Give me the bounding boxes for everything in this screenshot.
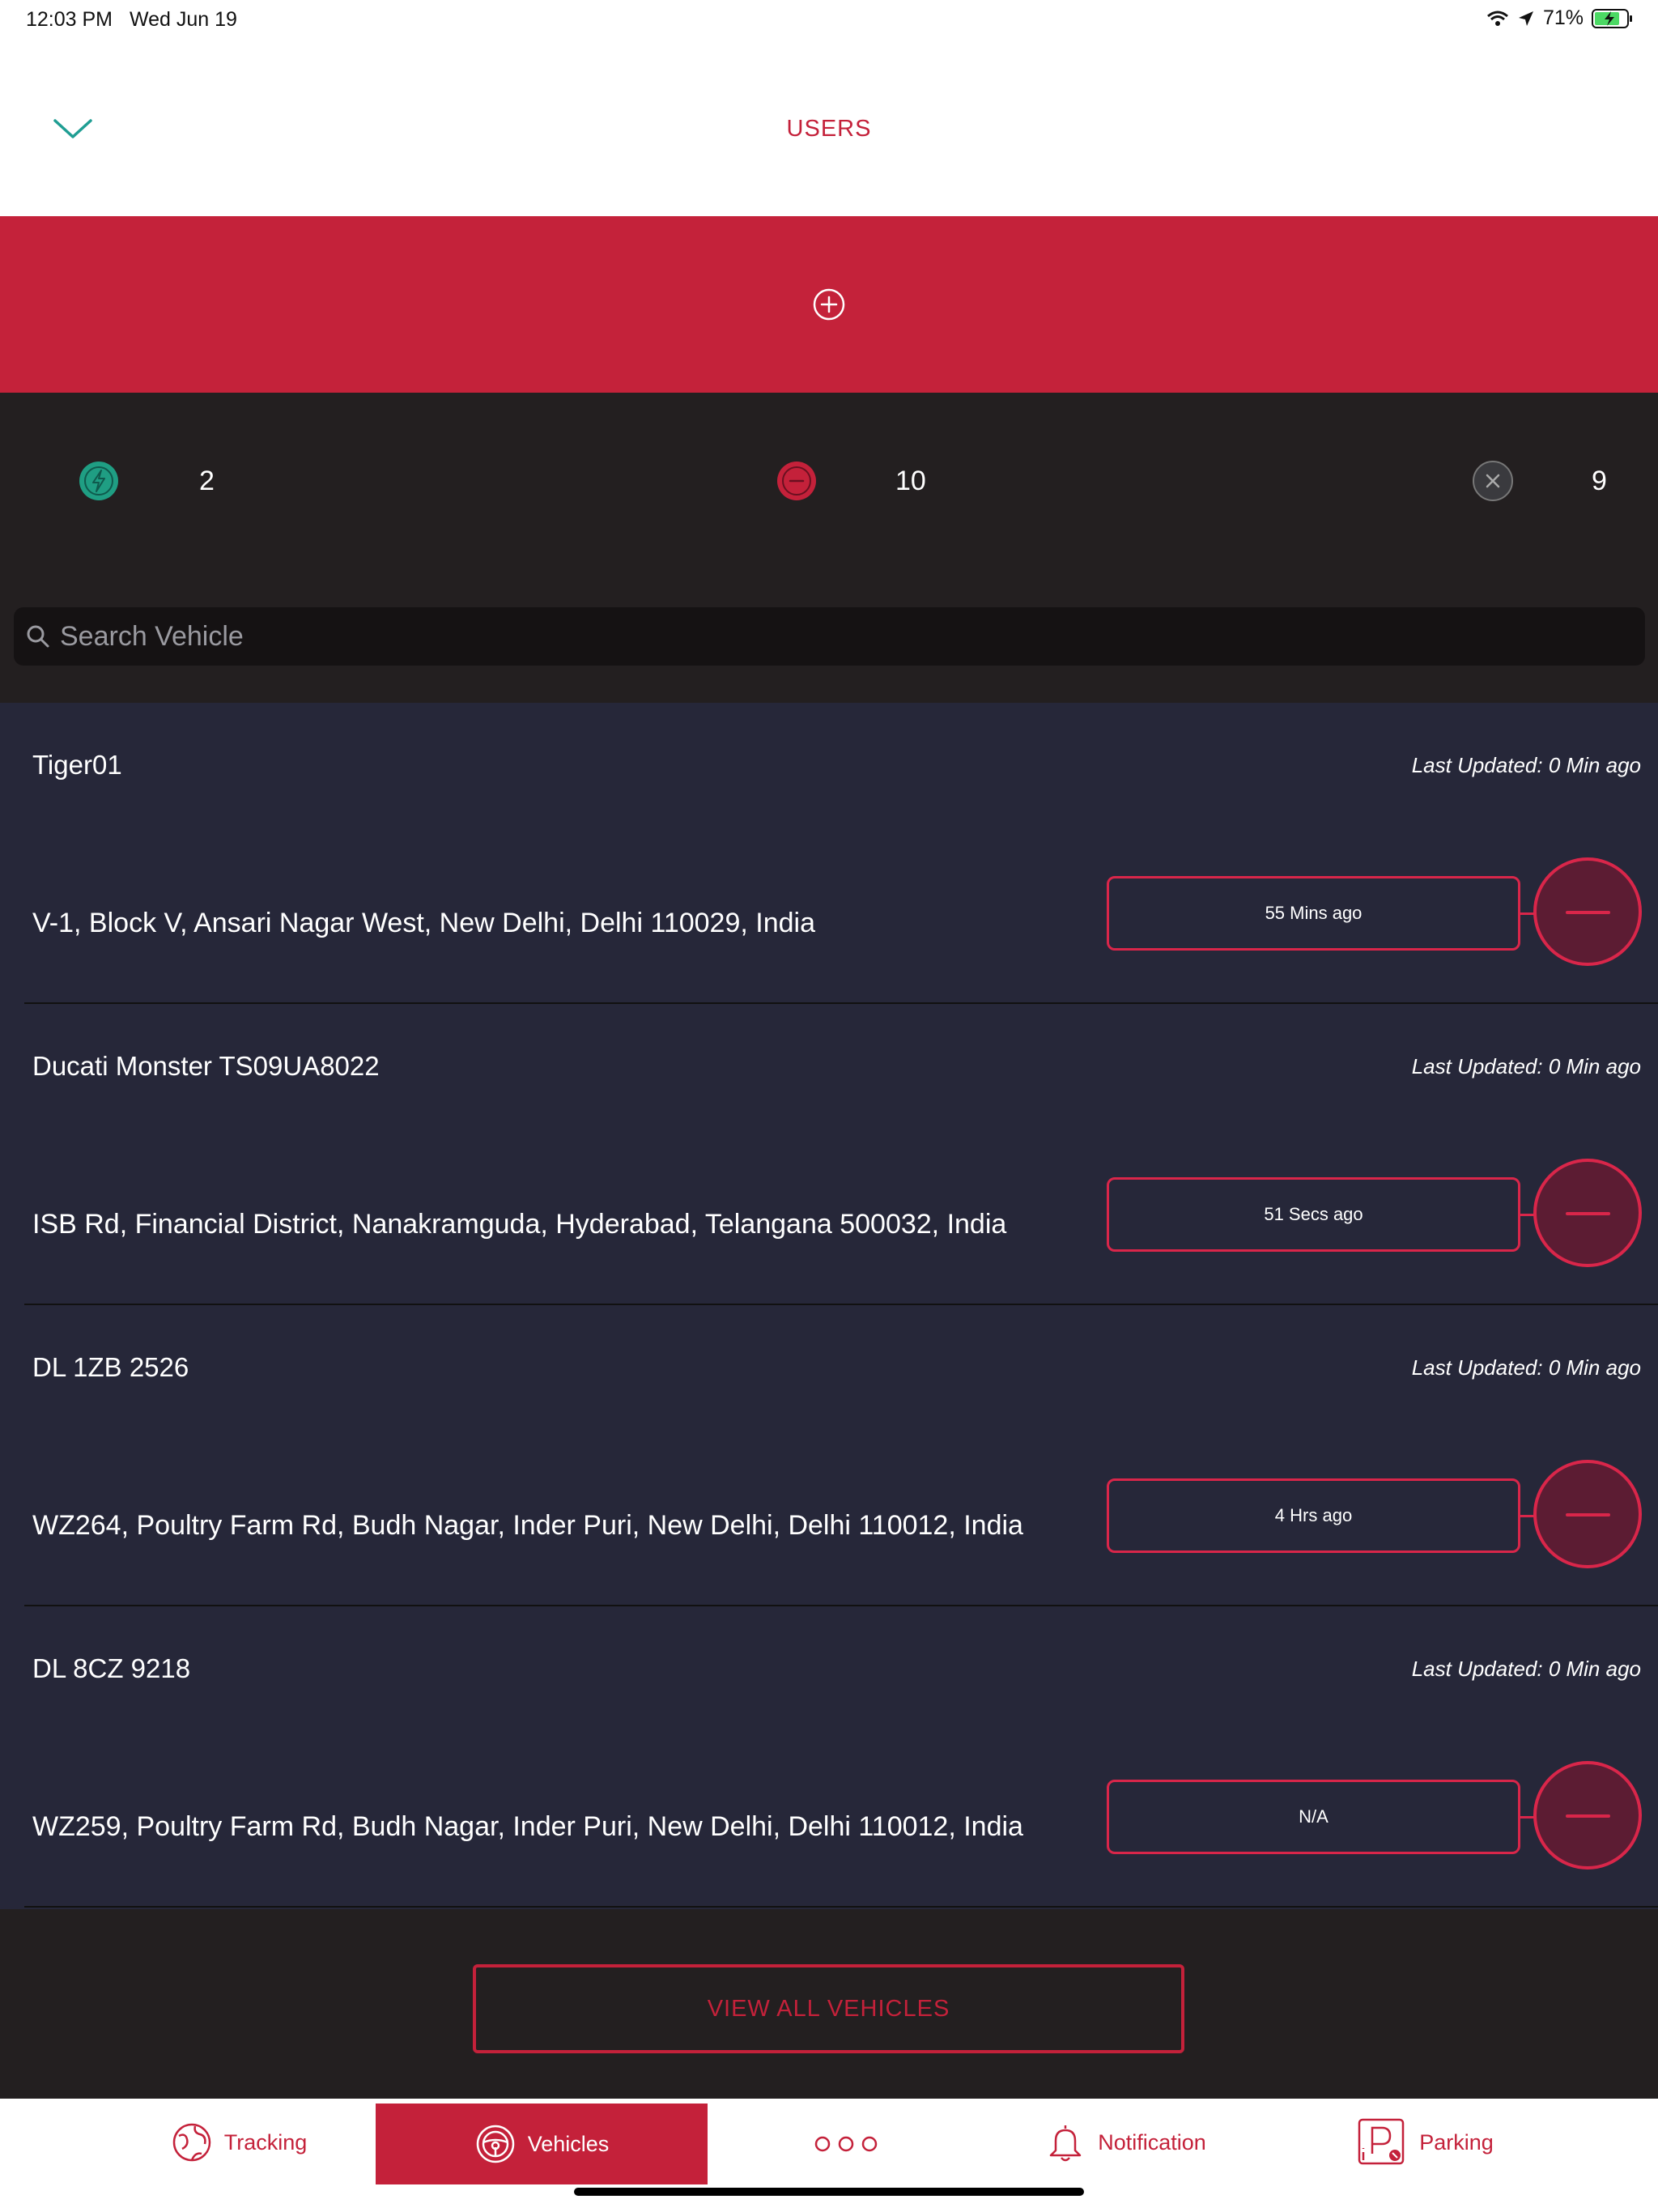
vehicle-last-updated: Last Updated: 0 Min ago xyxy=(1411,1054,1641,1078)
vehicle-last-updated: Last Updated: 0 Min ago xyxy=(1411,753,1641,777)
vehicle-address: WZ259, Poultry Farm Rd, Budh Nagar, Inde… xyxy=(32,1811,1023,1842)
status-indicators: 71% xyxy=(1486,6,1634,30)
steering-wheel-icon xyxy=(476,2125,514,2163)
close-circle-icon xyxy=(1473,461,1513,501)
wifi-icon xyxy=(1486,11,1508,26)
globe-icon xyxy=(172,2123,210,2162)
battery-percent: 71% xyxy=(1542,6,1584,29)
vehicle-address: ISB Rd, Financial District, Nanakramguda… xyxy=(32,1209,1007,1240)
remove-vehicle-button[interactable] xyxy=(1533,1460,1642,1568)
view-all-area: VIEW ALL VEHICLES xyxy=(0,1909,1658,2099)
vehicle-last-updated: Last Updated: 0 Min ago xyxy=(1411,1657,1641,1681)
tab-vehicles[interactable]: Vehicles xyxy=(376,2104,708,2184)
lightning-icon xyxy=(79,462,118,500)
parking-icon xyxy=(1358,2118,1405,2165)
vehicle-card[interactable]: DL 1ZB 2526 Last Updated: 0 Min ago WZ26… xyxy=(0,1305,1658,1606)
status-date: Wed Jun 19 xyxy=(130,8,237,31)
search-bar xyxy=(14,607,1645,666)
vehicle-list: Tiger01 Last Updated: 0 Min ago V-1, Blo… xyxy=(0,703,1658,1909)
vehicle-card[interactable]: Ducati Monster TS09UA8022 Last Updated: … xyxy=(0,1004,1658,1305)
battery-charging-icon xyxy=(1592,8,1632,28)
add-user-bar xyxy=(0,216,1658,393)
vehicle-card[interactable]: Tiger01 Last Updated: 0 Min ago V-1, Blo… xyxy=(0,703,1658,1004)
status-time: 12:03 PM xyxy=(26,8,113,31)
minus-circle-icon xyxy=(777,462,816,500)
tab-more[interactable] xyxy=(777,2099,915,2186)
add-circle-icon[interactable] xyxy=(812,287,846,321)
bell-icon xyxy=(1049,2125,1082,2162)
location-arrow-icon xyxy=(1518,11,1533,26)
offline-count: 9 xyxy=(1592,466,1607,496)
vehicle-name: Ducati Monster TS09UA8022 xyxy=(32,1051,380,1081)
vehicle-time-badge: 55 Mins ago xyxy=(1107,876,1520,951)
search-vehicle-input[interactable] xyxy=(60,607,1598,666)
vehicle-time-label: 55 Mins ago xyxy=(1265,903,1363,923)
vehicle-time-badge: 51 Secs ago xyxy=(1107,1177,1520,1252)
vehicle-address: WZ264, Poultry Farm Rd, Budh Nagar, Inde… xyxy=(32,1510,1023,1541)
vehicle-name: DL 1ZB 2526 xyxy=(32,1352,189,1382)
vehicle-last-updated: Last Updated: 0 Min ago xyxy=(1411,1355,1641,1380)
vehicle-time-label: 4 Hrs ago xyxy=(1274,1505,1353,1525)
vehicle-name: Tiger01 xyxy=(32,750,122,780)
idle-count: 10 xyxy=(895,466,926,496)
remove-vehicle-button[interactable] xyxy=(1533,1159,1642,1267)
vehicle-time-label: 51 Secs ago xyxy=(1264,1204,1363,1224)
tab-tracking-label: Tracking xyxy=(223,2129,308,2155)
remove-vehicle-button[interactable] xyxy=(1533,857,1642,966)
tab-parking[interactable]: Parking xyxy=(1344,2099,1506,2186)
tab-tracking[interactable]: Tracking xyxy=(130,2099,348,2186)
vehicle-time-label: N/A xyxy=(1299,1806,1329,1827)
vehicle-time-badge: 4 Hrs ago xyxy=(1107,1478,1520,1553)
header: USERS xyxy=(0,40,1658,216)
view-all-vehicles-button[interactable]: VIEW ALL VEHICLES xyxy=(473,1964,1184,2053)
tab-vehicles-label: Vehicles xyxy=(527,2131,610,2156)
tab-notification[interactable]: Notification xyxy=(1012,2099,1239,2186)
divider xyxy=(24,1906,1658,1908)
status-bar: 12:03 PM Wed Jun 19 71% xyxy=(0,0,1658,40)
vehicle-time-badge: N/A xyxy=(1107,1780,1520,1854)
remove-vehicle-button[interactable] xyxy=(1533,1761,1642,1870)
vehicle-stats-panel: 2 10 9 xyxy=(0,393,1658,703)
search-icon xyxy=(27,625,49,648)
tab-notification-label: Notification xyxy=(1098,2129,1206,2155)
vehicle-card[interactable]: DL 8CZ 9218 Last Updated: 0 Min ago WZ25… xyxy=(0,1606,1658,1908)
vehicle-name: DL 8CZ 9218 xyxy=(32,1653,191,1683)
active-count: 2 xyxy=(199,466,215,496)
tab-parking-label: Parking xyxy=(1419,2129,1494,2155)
vehicle-address: V-1, Block V, Ansari Nagar West, New Del… xyxy=(32,908,815,938)
home-indicator xyxy=(574,2188,1084,2196)
page-title: USERS xyxy=(786,116,872,142)
more-dots-icon xyxy=(814,2136,878,2152)
